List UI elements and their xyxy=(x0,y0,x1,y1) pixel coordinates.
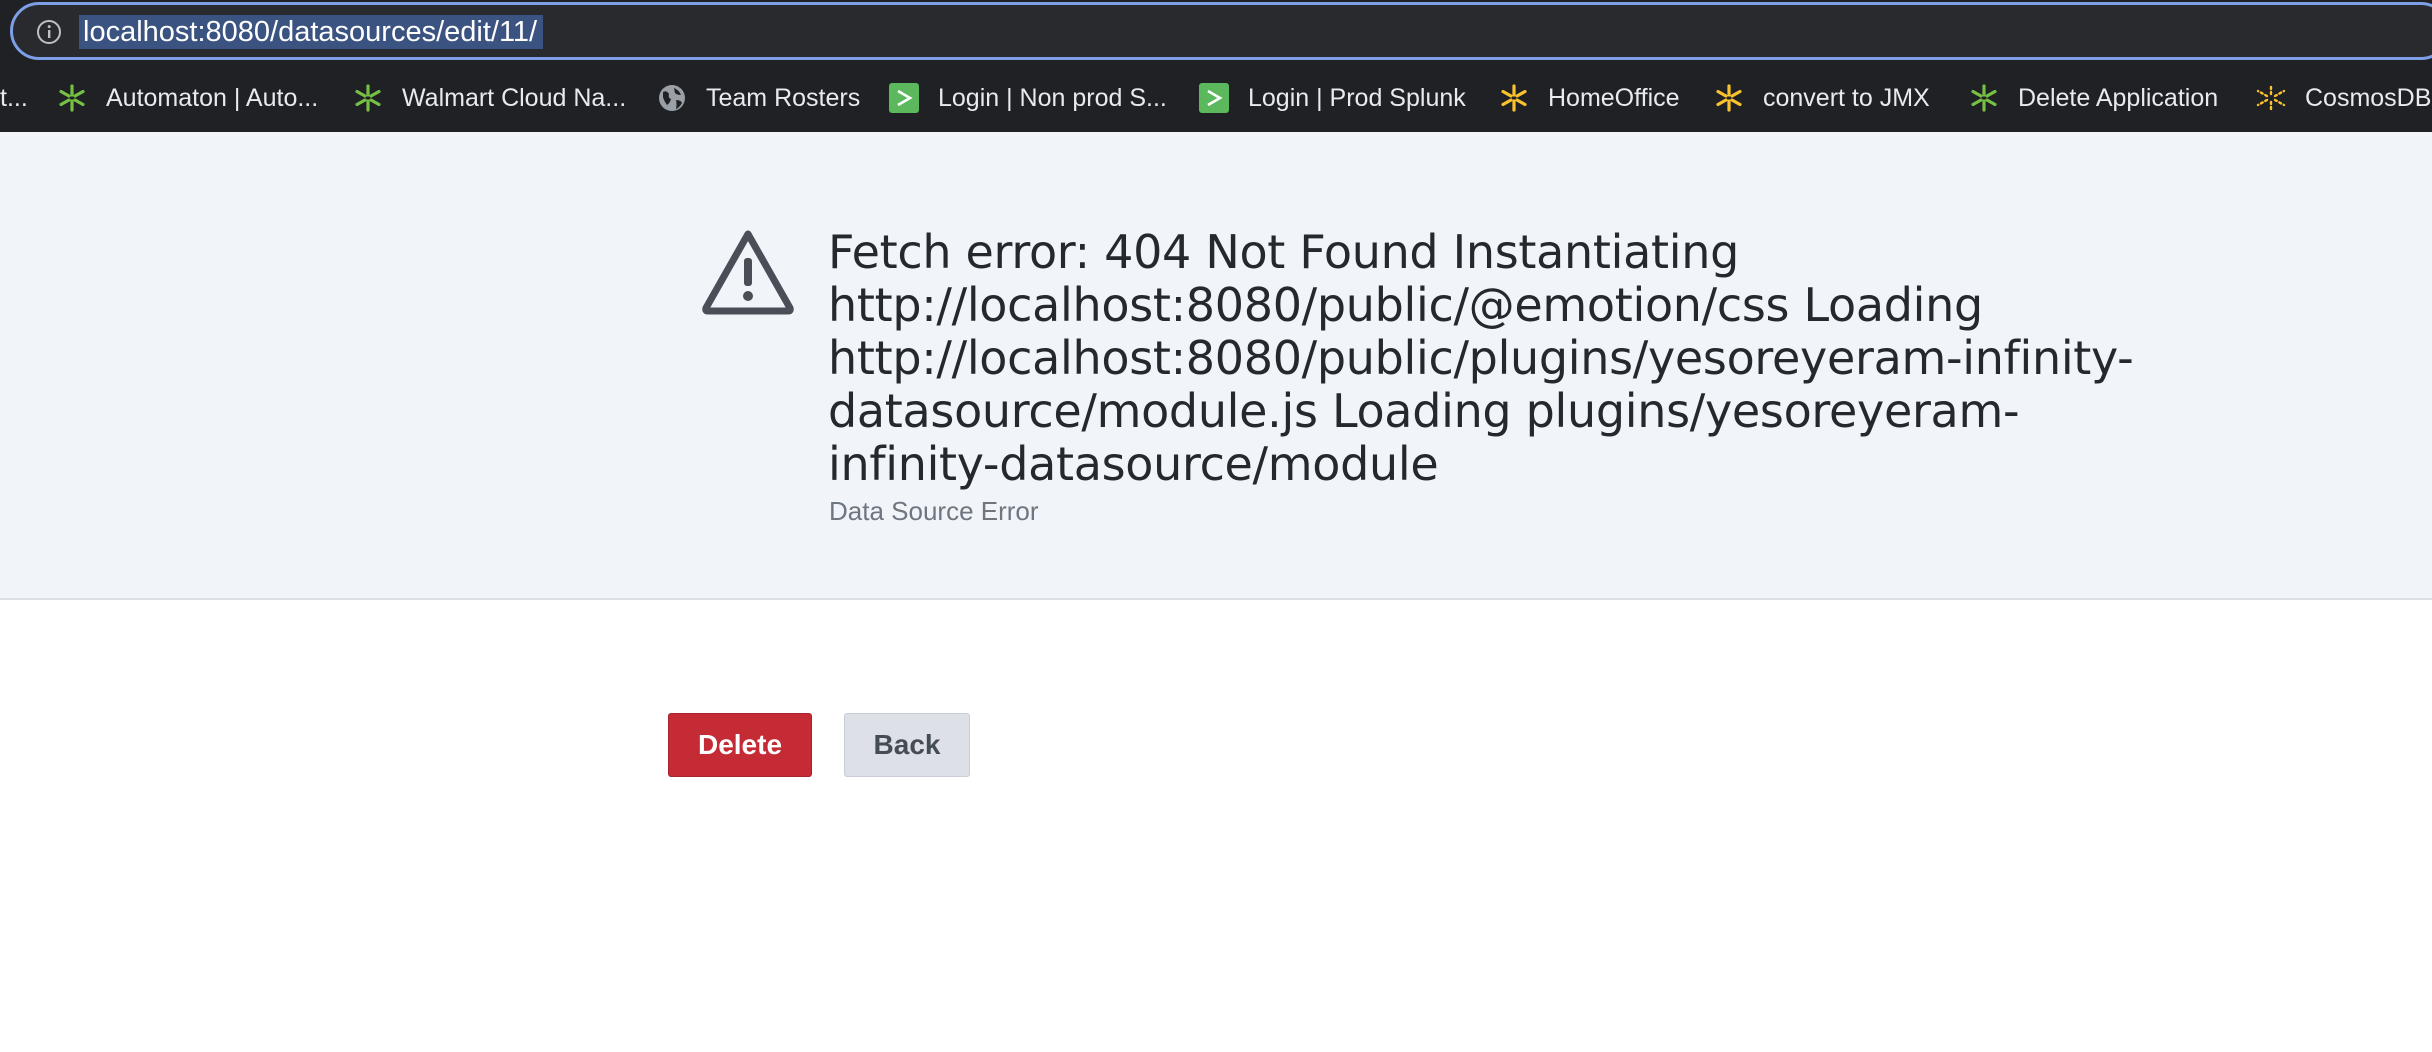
url-text[interactable]: localhost:8080/datasources/edit/11/ xyxy=(79,15,544,49)
browser-chrome: localhost:8080/datasources/edit/11/ t...… xyxy=(0,0,2432,132)
bookmark-partial[interactable]: t... xyxy=(0,78,28,118)
warning-triangle-icon xyxy=(702,230,794,315)
bookmark-label: Delete Application xyxy=(2018,83,2219,112)
bookmark-delete-application[interactable]: Delete Application xyxy=(1968,78,2218,118)
error-message: Fetch error: 404 Not Found Instantiating… xyxy=(828,225,2134,491)
bookmark-label: HomeOffice xyxy=(1548,83,1680,112)
bookmarks-bar: t... Automaton | Auto... Walmart Cloud N… xyxy=(0,78,2432,118)
splunk-icon xyxy=(1198,82,1230,114)
globe-icon xyxy=(656,82,688,114)
bookmark-homeoffice[interactable]: HomeOffice xyxy=(1498,78,1680,118)
info-icon[interactable] xyxy=(36,19,62,45)
bookmark-automaton[interactable]: Automaton | Auto... xyxy=(56,78,318,118)
splunk-icon xyxy=(888,82,920,114)
bookmark-convert-jmx[interactable]: convert to JMX xyxy=(1713,78,1930,118)
dotted-spark-icon xyxy=(2255,82,2287,114)
walmart-spark-icon xyxy=(56,82,88,114)
delete-button[interactable]: Delete xyxy=(668,713,812,777)
bookmark-label: Login | Prod Splunk xyxy=(1248,83,1466,112)
bookmark-splunk-nonprod[interactable]: Login | Non prod S... xyxy=(888,78,1167,118)
bookmark-label: Team Rosters xyxy=(706,83,861,112)
bookmark-cosmosdb[interactable]: CosmosDB xyxy=(2255,78,2431,118)
back-button[interactable]: Back xyxy=(844,713,970,777)
bookmark-label: convert to JMX xyxy=(1763,83,1930,112)
walmart-spark-icon xyxy=(352,82,384,114)
error-panel: Fetch error: 404 Not Found Instantiating… xyxy=(0,132,2432,600)
bookmark-team-rosters[interactable]: Team Rosters xyxy=(656,78,860,118)
bookmark-splunk-prod[interactable]: Login | Prod Splunk xyxy=(1198,78,1466,118)
bookmark-label: Walmart Cloud Na... xyxy=(402,83,627,112)
walmart-spark-icon xyxy=(1968,82,2000,114)
bookmark-label: CosmosDB xyxy=(2305,83,2432,112)
bookmark-label: t... xyxy=(0,83,28,112)
bookmark-walmart-cloud[interactable]: Walmart Cloud Na... xyxy=(352,78,626,118)
walmart-spark-icon xyxy=(1713,82,1745,114)
bookmark-label: Login | Non prod S... xyxy=(938,83,1167,112)
walmart-spark-icon xyxy=(1498,82,1530,114)
bookmark-label: Automaton | Auto... xyxy=(106,83,319,112)
address-bar[interactable]: localhost:8080/datasources/edit/11/ xyxy=(10,2,2432,60)
error-subtitle: Data Source Error xyxy=(829,496,1039,526)
